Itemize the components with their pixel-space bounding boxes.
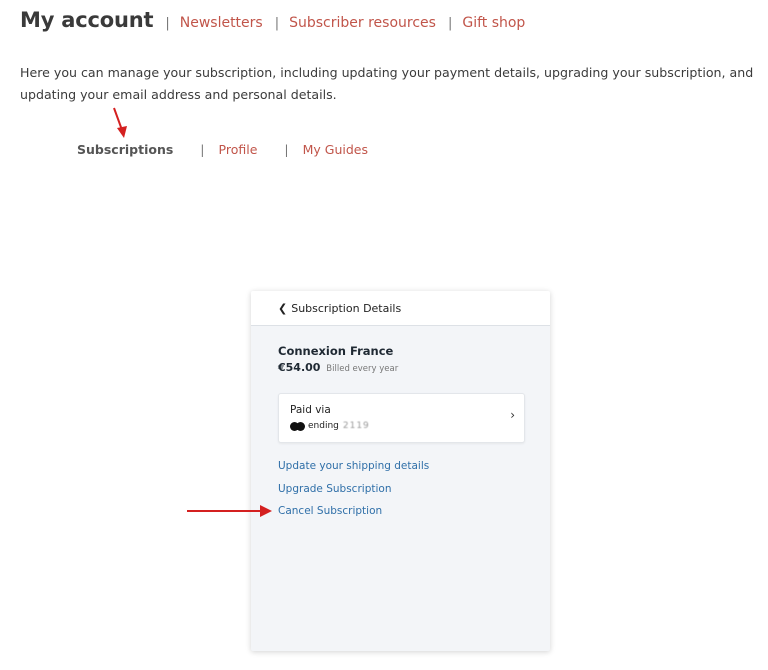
nav-link-newsletters[interactable]: Newsletters (180, 15, 263, 31)
card-masked-digits: 2119 (342, 421, 370, 431)
plan-price: €54.00 Billed every year (278, 361, 398, 374)
card-ending-label: ending (308, 421, 339, 431)
chevron-left-icon[interactable]: ❮ (278, 302, 287, 315)
intro-text: Here you can manage your subscription, i… (20, 65, 754, 102)
nav-separator: | (274, 16, 280, 31)
tab-separator: | (200, 142, 205, 157)
card-header-title: Subscription Details (291, 301, 402, 315)
update-shipping-link[interactable]: Update your shipping details (278, 460, 429, 472)
paid-via-label: Paid via (290, 404, 331, 416)
top-nav: My account | Newsletters | Subscriber re… (20, 8, 525, 40)
page-title: My account (20, 8, 154, 32)
mastercard-icon (290, 421, 305, 431)
nav-separator: | (447, 16, 453, 31)
billing-period: Billed every year (326, 364, 399, 374)
chevron-right-icon[interactable]: › (510, 408, 515, 422)
nav-link-subscriber-resources[interactable]: Subscriber resources (289, 15, 436, 31)
subscription-details-card: ❮ Subscription Details Connexion France … (251, 291, 550, 651)
tab-separator: | (284, 142, 289, 157)
annotation-arrow-right-icon (187, 505, 272, 517)
card-info: ending 2119 (290, 421, 370, 431)
nav-separator: | (165, 16, 170, 31)
card-header[interactable]: ❮ Subscription Details (251, 291, 550, 326)
cancel-subscription-link[interactable]: Cancel Subscription (278, 505, 382, 517)
nav-link-gift-shop[interactable]: Gift shop (462, 15, 525, 31)
price-amount: €54.00 (278, 361, 321, 374)
tab-subscriptions[interactable]: Subscriptions (77, 142, 173, 157)
account-sub-tabs: Subscriptions | Profile | My Guides (77, 142, 368, 157)
payment-method-box[interactable]: Paid via ending 2119 › (278, 393, 525, 443)
tab-my-guides[interactable]: My Guides (303, 142, 368, 157)
tab-profile[interactable]: Profile (219, 142, 258, 157)
annotation-arrow-down-icon (113, 107, 127, 138)
upgrade-subscription-link[interactable]: Upgrade Subscription (278, 483, 391, 495)
plan-name: Connexion France (278, 344, 394, 358)
